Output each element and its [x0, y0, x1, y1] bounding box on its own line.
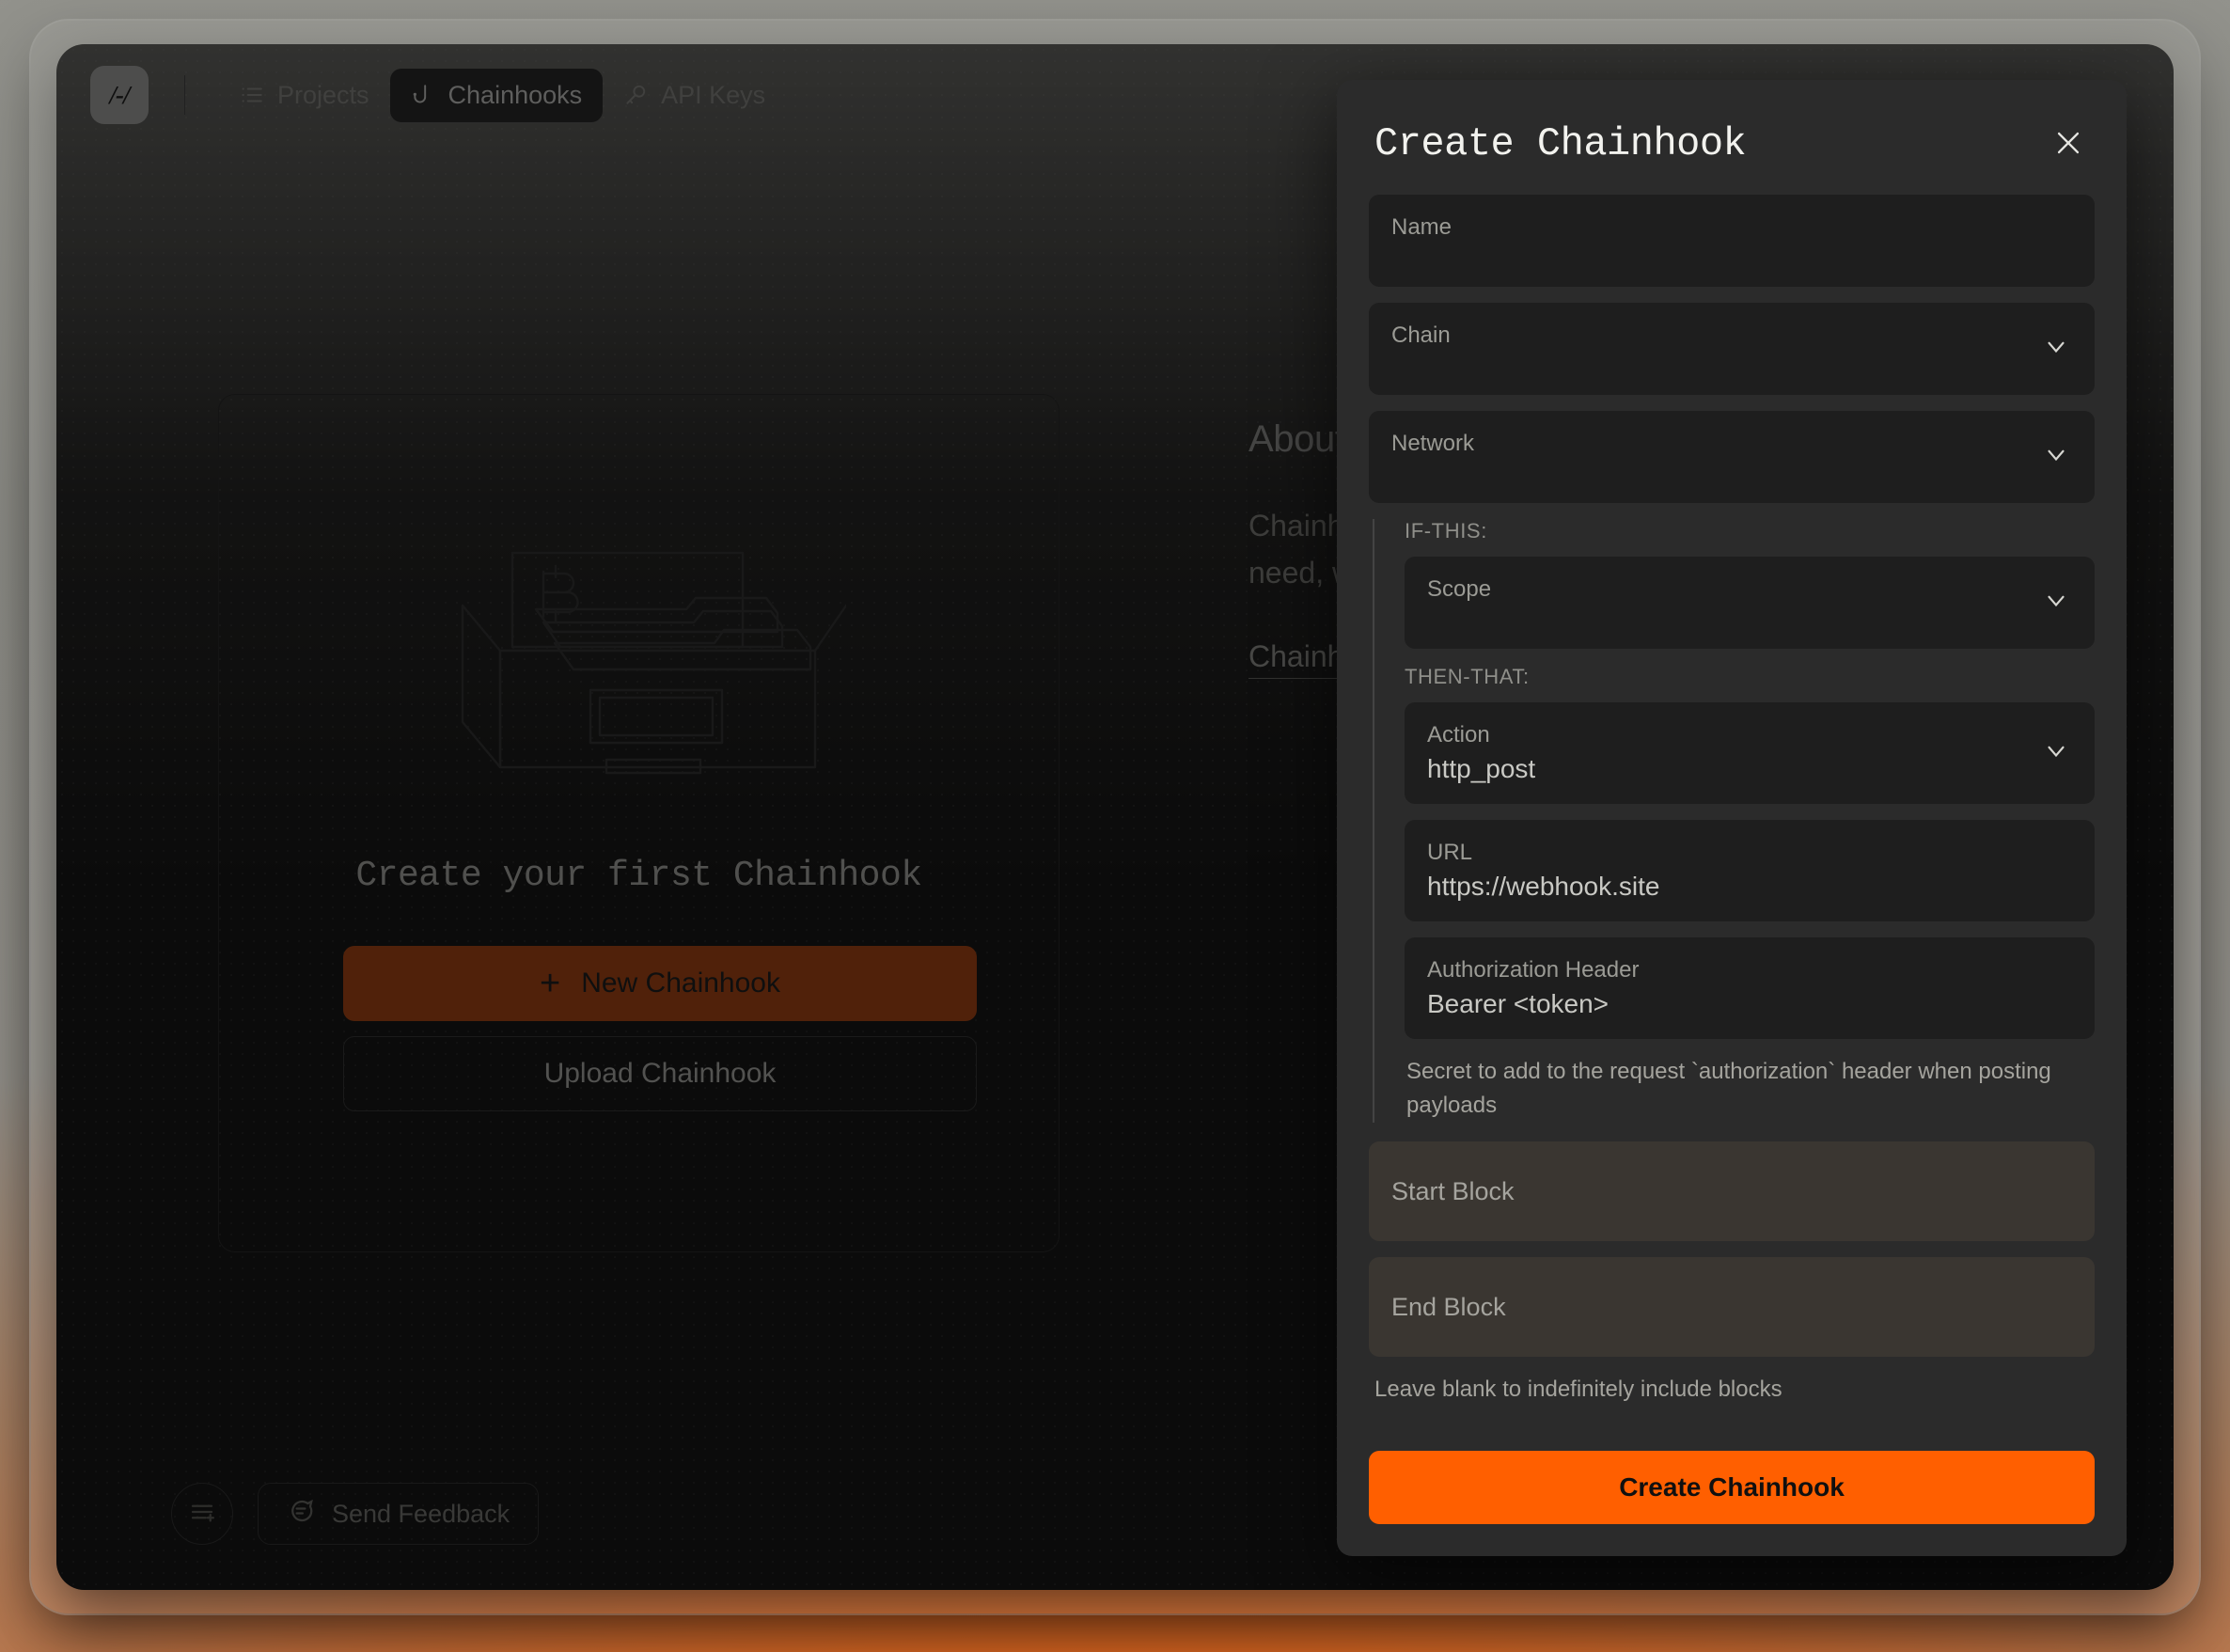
network-label: Network — [1391, 431, 1475, 456]
condition-group: IF-THIS: Scope THEN-THAT: Action http_po… — [1373, 519, 2095, 1123]
start-block-label: Start Block — [1391, 1176, 1515, 1205]
action-value: http_post — [1427, 754, 1536, 783]
create-chainhook-modal: Create Chainhook Name Chain Network IF-T… — [1337, 80, 2127, 1556]
authorization-header-field[interactable]: Authorization Header Bearer <token> — [1405, 937, 2095, 1039]
name-field[interactable]: Name — [1369, 195, 2095, 287]
name-label: Name — [1391, 214, 1453, 240]
create-chainhook-submit-button[interactable]: Create Chainhook — [1369, 1451, 2095, 1524]
url-field[interactable]: URL https://webhook.site — [1405, 820, 2095, 921]
end-block-field[interactable]: End Block — [1369, 1257, 2095, 1357]
close-icon — [2052, 127, 2084, 162]
chevron-down-icon — [2042, 737, 2070, 770]
scope-label: Scope — [1427, 576, 1492, 602]
url-label: URL — [1427, 840, 1473, 865]
authorization-header-helper: Secret to add to the request `authorizat… — [1406, 1059, 2051, 1118]
url-value: https://webhook.site — [1427, 872, 1660, 901]
if-this-label: IF-THIS: — [1405, 519, 1487, 543]
close-button[interactable] — [2048, 123, 2089, 165]
chevron-down-icon — [2042, 441, 2070, 474]
chain-label: Chain — [1391, 323, 1451, 348]
authorization-header-value: Bearer <token> — [1427, 989, 1610, 1018]
chevron-down-icon — [2042, 333, 2070, 366]
scope-select[interactable]: Scope — [1405, 557, 2095, 649]
action-select[interactable]: Action http_post — [1405, 702, 2095, 804]
end-block-label: End Block — [1391, 1292, 1506, 1321]
modal-header: Create Chainhook — [1337, 80, 2127, 195]
end-block-helper: Leave blank to indefinitely include bloc… — [1374, 1377, 1782, 1402]
network-select[interactable]: Network — [1369, 411, 2095, 503]
chain-select[interactable]: Chain — [1369, 303, 2095, 395]
action-label: Action — [1427, 722, 1490, 747]
chevron-down-icon — [2042, 587, 2070, 620]
modal-title: Create Chainhook — [1374, 121, 1747, 166]
modal-footer: Create Chainhook — [1337, 1426, 2127, 1556]
then-that-label: THEN-THAT: — [1405, 665, 1530, 688]
start-block-field[interactable]: Start Block — [1369, 1141, 2095, 1241]
app-window: /-/ Projects Chainhooks API Keys Create … — [56, 44, 2174, 1590]
modal-body: Name Chain Network IF-THIS: Scope THEN-T… — [1337, 195, 2127, 1426]
authorization-header-label: Authorization Header — [1427, 957, 1640, 983]
desktop-backdrop: /-/ Projects Chainhooks API Keys Create … — [0, 0, 2230, 1652]
